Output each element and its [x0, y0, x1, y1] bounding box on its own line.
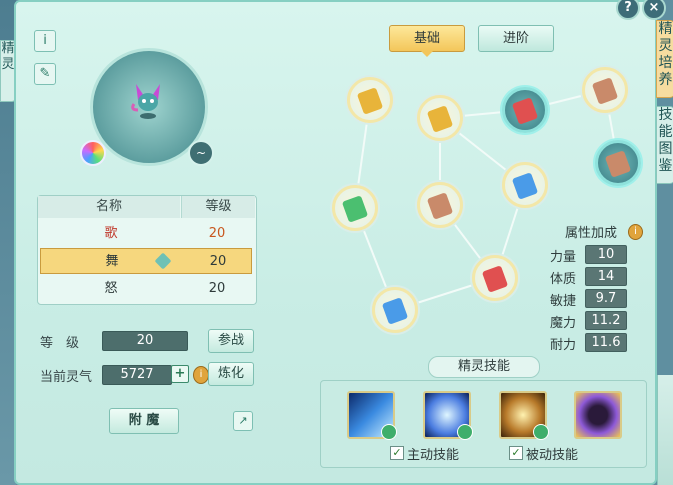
attr-value-strength: 10: [585, 245, 627, 264]
tab-sprite-training[interactable]: 精灵培养: [656, 20, 673, 98]
passive-skill-label: 被动技能: [526, 448, 579, 463]
gem-icon: [356, 87, 384, 115]
attributes-title: 属性加成: [565, 226, 618, 241]
gem-icon: [381, 297, 409, 325]
skill-node-red[interactable]: [472, 255, 518, 301]
tab-skill-codex-label: 技能图鉴: [658, 107, 673, 174]
skill-icon-shadow-spirit[interactable]: [574, 391, 622, 439]
attributes-info-icon[interactable]: i: [628, 224, 643, 240]
attr-value-endurance: 11.6: [585, 333, 627, 352]
gem-icon: [426, 192, 454, 220]
gem-icon: [591, 77, 619, 105]
right-edge-decoration: [657, 375, 673, 485]
skill-node-brown-selected[interactable]: [595, 140, 641, 186]
attr-value-agility: 9.7: [585, 289, 627, 308]
attr-label-agility: 敏捷: [550, 294, 577, 309]
active-skill-label: 主动技能: [407, 448, 460, 463]
skill-node-brown[interactable]: [417, 182, 463, 228]
active-skill-checkbox[interactable]: ✓: [390, 446, 404, 460]
attr-label-magic: 魔力: [550, 316, 577, 331]
gem-icon: [511, 97, 539, 125]
attr-label-endurance: 耐力: [550, 338, 577, 353]
skill-node-brown[interactable]: [582, 67, 628, 113]
gem-icon: [481, 265, 509, 293]
gem-icon: [511, 172, 539, 200]
attr-label-constitution: 体质: [550, 272, 577, 287]
skill-node-red-selected[interactable]: [502, 87, 548, 133]
skill-node-blue[interactable]: [502, 162, 548, 208]
refresh-icon[interactable]: [381, 424, 397, 440]
tab-sprite-training-label: 精灵培养: [658, 21, 673, 88]
skill-node-gold[interactable]: [347, 77, 393, 123]
attr-value-magic: 11.2: [585, 311, 627, 330]
refresh-icon[interactable]: [457, 424, 473, 440]
skill-node-green[interactable]: [332, 185, 378, 231]
sprite-skills-title-text: 精灵技能: [457, 359, 510, 374]
passive-skill-checkbox[interactable]: ✓: [509, 446, 523, 460]
gem-icon: [341, 195, 369, 223]
skill-node-gold[interactable]: [417, 95, 463, 141]
skill-node-blue[interactable]: [372, 287, 418, 333]
gem-icon: [604, 150, 632, 178]
tab-skill-codex[interactable]: 技能图鉴: [656, 106, 673, 184]
refresh-icon[interactable]: [533, 424, 549, 440]
attr-label-strength: 力量: [550, 250, 577, 265]
gem-icon: [426, 105, 454, 133]
sprite-skills-title: 精灵技能: [428, 356, 540, 378]
attr-value-constitution: 14: [585, 267, 627, 286]
